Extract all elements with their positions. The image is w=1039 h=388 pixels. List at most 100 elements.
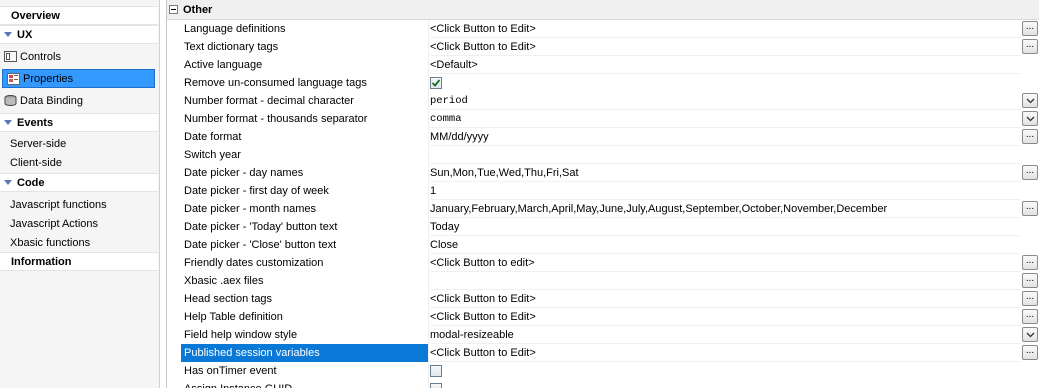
sidebar-item-client-side[interactable]: Client-side bbox=[0, 153, 158, 172]
property-name[interactable]: Remove un-consumed language tags bbox=[181, 74, 429, 92]
sidebar-item-properties[interactable]: Properties bbox=[2, 69, 155, 88]
property-value[interactable]: <Click Button to Edit> bbox=[430, 38, 1020, 56]
sidebar-item-code[interactable]: Code bbox=[0, 173, 158, 192]
property-name[interactable]: Date picker - 'Today' button text bbox=[181, 218, 429, 236]
property-value[interactable]: January,February,March,April,May,June,Ju… bbox=[430, 200, 1020, 218]
property-value[interactable]: <Click Button to Edit> bbox=[430, 20, 1020, 38]
property-name[interactable]: Number format - thousands separator bbox=[181, 110, 429, 128]
edit-ellipsis-button[interactable]: ... bbox=[1022, 39, 1038, 54]
property-name[interactable]: Date picker - 'Close' button text bbox=[181, 236, 429, 254]
property-value[interactable]: <Click Button to Edit> bbox=[430, 308, 1020, 326]
property-value[interactable] bbox=[430, 272, 1020, 290]
property-name[interactable]: Date picker - month names bbox=[181, 200, 429, 218]
property-name[interactable]: Published session variables bbox=[181, 344, 429, 362]
expand-triangle-icon[interactable] bbox=[4, 120, 12, 125]
property-row-date-picker-day-names[interactable]: Date picker - day names Sun,Mon,Tue,Wed,T… bbox=[167, 164, 1039, 182]
property-value[interactable]: <Click Button to Edit> bbox=[430, 344, 1020, 362]
property-row-xbasic-aex-files[interactable]: Xbasic .aex files... bbox=[167, 272, 1039, 290]
section-header-other[interactable]: Other bbox=[167, 0, 1039, 20]
property-row-number-format-decimal-character[interactable]: Number format - decimal character period bbox=[167, 92, 1039, 110]
sidebar-item-overview[interactable]: Overview bbox=[0, 6, 158, 25]
collapse-icon[interactable] bbox=[169, 5, 178, 14]
sidebar-item-server-side[interactable]: Server-side bbox=[0, 134, 158, 153]
property-value[interactable]: 1 bbox=[430, 182, 1020, 200]
properties-icon bbox=[7, 72, 20, 85]
edit-ellipsis-button[interactable]: ... bbox=[1022, 255, 1038, 270]
property-name[interactable]: Head section tags bbox=[181, 290, 429, 308]
edit-ellipsis-button[interactable]: ... bbox=[1022, 273, 1038, 288]
sidebar-item-information[interactable]: Information bbox=[0, 252, 158, 271]
dropdown-button[interactable] bbox=[1022, 327, 1038, 342]
edit-ellipsis-button[interactable]: ... bbox=[1022, 165, 1038, 180]
property-name[interactable]: Xbasic .aex files bbox=[181, 272, 429, 290]
property-row-head-section-tags[interactable]: Head section tags <Click Button to Edit>.… bbox=[167, 290, 1039, 308]
property-value[interactable]: <Default> bbox=[430, 56, 1020, 74]
property-row-assign-instance-guid[interactable]: Assign Instance GUID bbox=[167, 380, 1039, 388]
property-row-date-picker-today-button-text[interactable]: Date picker - 'Today' button text Today bbox=[167, 218, 1039, 236]
property-row-published-session-variables[interactable]: Published session variables <Click Button… bbox=[167, 344, 1039, 362]
edit-ellipsis-button[interactable]: ... bbox=[1022, 345, 1038, 360]
chevron-down-icon bbox=[1026, 332, 1034, 337]
edit-ellipsis-button[interactable]: ... bbox=[1022, 309, 1038, 324]
sidebar-item-label: Controls bbox=[20, 50, 61, 63]
sidebar-item-javascript-functions[interactable]: Javascript functions bbox=[0, 195, 158, 214]
edit-ellipsis-button[interactable]: ... bbox=[1022, 201, 1038, 216]
property-name[interactable]: Assign Instance GUID bbox=[181, 380, 429, 388]
sidebar-item-ux[interactable]: UX bbox=[0, 25, 158, 44]
property-name[interactable]: Date format bbox=[181, 128, 429, 146]
expand-triangle-icon[interactable] bbox=[4, 180, 12, 185]
property-row-help-table-definition[interactable]: Help Table definition <Click Button to Ed… bbox=[167, 308, 1039, 326]
sidebar-item-label: Information bbox=[11, 255, 72, 268]
property-name[interactable]: Language definitions bbox=[181, 20, 429, 38]
property-grid: Other Language definitions <Click Button … bbox=[166, 0, 1039, 388]
property-row-date-format[interactable]: Date format MM/dd/yyyy... bbox=[167, 128, 1039, 146]
property-row-has-ontimer-event[interactable]: Has onTimer event bbox=[167, 362, 1039, 380]
property-name[interactable]: Text dictionary tags bbox=[181, 38, 429, 56]
property-value[interactable]: <Click Button to Edit> bbox=[430, 290, 1020, 308]
property-row-number-format-thousands-separator[interactable]: Number format - thousands separator comma bbox=[167, 110, 1039, 128]
property-row-language-definitions[interactable]: Language definitions <Click Button to Edi… bbox=[167, 20, 1039, 38]
property-checkbox[interactable] bbox=[430, 383, 442, 388]
property-value[interactable]: period bbox=[430, 92, 1020, 110]
property-value[interactable]: Today bbox=[430, 218, 1020, 236]
property-row-date-picker-month-names[interactable]: Date picker - month names January,Februar… bbox=[167, 200, 1039, 218]
property-row-field-help-window-style[interactable]: Field help window style modal-resizeable bbox=[167, 326, 1039, 344]
property-value[interactable]: <Click Button to edit> bbox=[430, 254, 1020, 272]
dropdown-button[interactable] bbox=[1022, 93, 1038, 108]
property-name[interactable]: Friendly dates customization bbox=[181, 254, 429, 272]
edit-ellipsis-button[interactable]: ... bbox=[1022, 21, 1038, 36]
sidebar-item-label: Data Binding bbox=[20, 94, 83, 107]
property-name[interactable]: Switch year bbox=[181, 146, 429, 164]
property-value[interactable]: comma bbox=[430, 110, 1020, 128]
property-name[interactable]: Number format - decimal character bbox=[181, 92, 429, 110]
expand-triangle-icon[interactable] bbox=[4, 32, 12, 37]
sidebar-item-data-binding[interactable]: Data Binding bbox=[0, 91, 158, 110]
property-name[interactable]: Has onTimer event bbox=[181, 362, 429, 380]
edit-ellipsis-button[interactable]: ... bbox=[1022, 129, 1038, 144]
property-row-switch-year[interactable]: Switch year bbox=[167, 146, 1039, 164]
property-name[interactable]: Field help window style bbox=[181, 326, 429, 344]
property-checkbox[interactable] bbox=[430, 77, 442, 89]
property-name[interactable]: Date picker - day names bbox=[181, 164, 429, 182]
sidebar-item-events[interactable]: Events bbox=[0, 113, 158, 132]
edit-ellipsis-button[interactable]: ... bbox=[1022, 291, 1038, 306]
property-checkbox[interactable] bbox=[430, 365, 442, 377]
sidebar-item-javascript-actions[interactable]: Javascript Actions bbox=[0, 214, 158, 233]
property-value[interactable]: modal-resizeable bbox=[430, 326, 1020, 344]
property-name[interactable]: Help Table definition bbox=[181, 308, 429, 326]
sidebar-item-controls[interactable]: Controls bbox=[0, 47, 158, 66]
property-row-remove-un-consumed-language-tags[interactable]: Remove un-consumed language tags bbox=[167, 74, 1039, 92]
property-value[interactable]: Close bbox=[430, 236, 1020, 254]
property-row-text-dictionary-tags[interactable]: Text dictionary tags <Click Button to Edi… bbox=[167, 38, 1039, 56]
property-name[interactable]: Date picker - first day of week bbox=[181, 182, 429, 200]
property-row-date-picker-close-button-text[interactable]: Date picker - 'Close' button text Close bbox=[167, 236, 1039, 254]
property-row-active-language[interactable]: Active language <Default> bbox=[167, 56, 1039, 74]
dropdown-button[interactable] bbox=[1022, 111, 1038, 126]
property-row-friendly-dates-customization[interactable]: Friendly dates customization <Click Butto… bbox=[167, 254, 1039, 272]
property-value[interactable]: MM/dd/yyyy bbox=[430, 128, 1020, 146]
property-name[interactable]: Active language bbox=[181, 56, 429, 74]
property-value[interactable] bbox=[430, 146, 1020, 164]
property-row-date-picker-first-day-of-week[interactable]: Date picker - first day of week 1 bbox=[167, 182, 1039, 200]
sidebar-item-xbasic-functions[interactable]: Xbasic functions bbox=[0, 233, 158, 252]
property-value[interactable]: Sun,Mon,Tue,Wed,Thu,Fri,Sat bbox=[430, 164, 1020, 182]
